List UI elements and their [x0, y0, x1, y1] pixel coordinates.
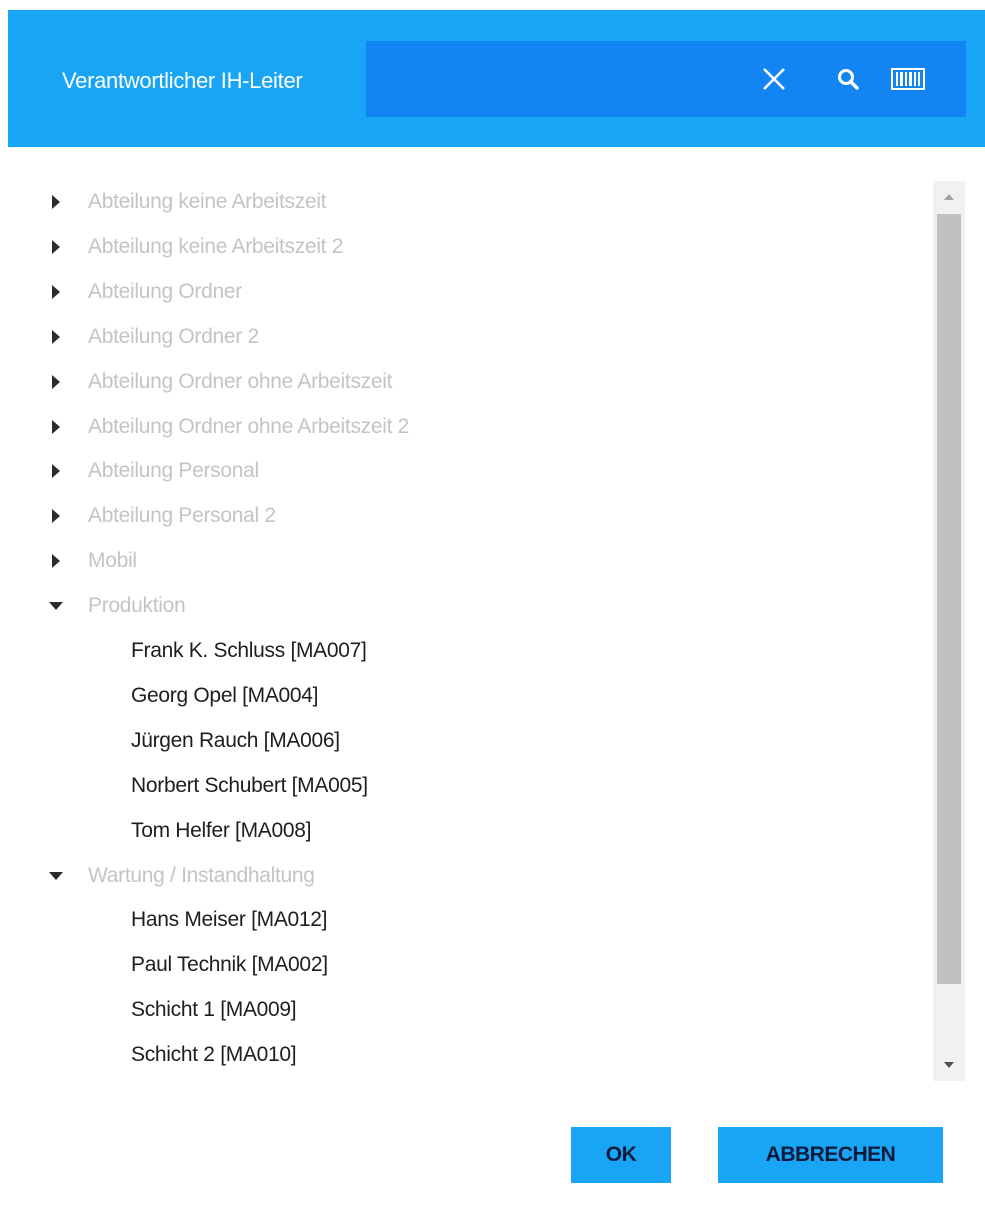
tree-person-label: Schicht 2 [MA010]	[131, 1043, 297, 1067]
tree-group[interactable]: Wartung / Instandhaltung	[0, 854, 920, 898]
search-button[interactable]	[826, 41, 870, 117]
clear-button[interactable]	[752, 41, 796, 117]
caret-right-icon[interactable]	[46, 461, 66, 481]
tree-group[interactable]: Abteilung Ordner ohne Arbeitszeit	[0, 360, 920, 404]
tree-person-label: Schicht 1 [MA009]	[131, 998, 297, 1022]
tree-group-label: Wartung / Instandhaltung	[88, 863, 315, 887]
search-icon	[838, 69, 859, 90]
tree-group-label: Abteilung keine Arbeitszeit 2	[88, 234, 344, 258]
tree-person-item[interactable]: Georg Opel [MA004]	[0, 674, 920, 718]
tree-person-item[interactable]: Tom Helfer [MA008]	[0, 809, 920, 853]
tree-person-item[interactable]: Norbert Schubert [MA005]	[0, 764, 920, 808]
caret-right-icon[interactable]	[46, 551, 66, 571]
tree-scrollbar[interactable]	[933, 181, 965, 1081]
department-tree: Abteilung keine Arbeitszeit Abteilung kei…	[0, 180, 930, 1080]
tree-group[interactable]: Abteilung Ordner 2	[0, 315, 920, 359]
caret-right-icon[interactable]	[46, 282, 66, 302]
caret-right-icon[interactable]	[46, 237, 66, 257]
scroll-thumb[interactable]	[937, 214, 961, 984]
arrow-up-icon	[944, 194, 954, 200]
tree-person-item[interactable]: Frank K. Schluss [MA007]	[0, 629, 920, 673]
ok-button[interactable]: OK	[571, 1127, 671, 1183]
cancel-button[interactable]: ABBRECHEN	[718, 1127, 943, 1183]
scroll-up-button[interactable]	[933, 181, 965, 213]
tree-group[interactable]: Abteilung Personal	[0, 449, 920, 493]
tree-person-label: Paul Technik [MA002]	[131, 953, 328, 977]
dialog-header: Verantwortlicher IH-Leiter	[8, 10, 985, 147]
barcode-icon	[891, 68, 925, 90]
tree-group[interactable]: Abteilung Ordner	[0, 270, 920, 314]
tree-group-label: Abteilung Ordner ohne Arbeitszeit	[88, 369, 393, 393]
tree-group[interactable]: Abteilung Ordner ohne Arbeitszeit 2	[0, 405, 920, 449]
tree-person-item[interactable]: Hans Meiser [MA012]	[0, 898, 920, 942]
barcode-scan-button[interactable]	[886, 41, 930, 117]
arrow-down-icon	[944, 1062, 954, 1068]
tree-person-item[interactable]: Paul Technik [MA002]	[0, 943, 920, 987]
tree-group[interactable]: Produktion	[0, 584, 920, 628]
dialog-title: Verantwortlicher IH-Leiter	[62, 68, 303, 93]
tree-group-label: Abteilung Personal	[88, 459, 259, 483]
scroll-down-button[interactable]	[933, 1049, 965, 1081]
search-input[interactable]	[366, 41, 736, 117]
caret-down-icon[interactable]	[46, 596, 66, 616]
tree-person-item[interactable]: Schicht 1 [MA009]	[0, 988, 920, 1032]
tree-group-label: Abteilung Personal 2	[88, 504, 276, 528]
tree-group-label: Abteilung Ordner 2	[88, 324, 259, 348]
tree-person-label: Tom Helfer [MA008]	[131, 818, 312, 842]
select-person-dialog: Verantwortlicher IH-Leiter Abteilung kei…	[0, 0, 985, 1207]
tree-person-item[interactable]: Jürgen Rauch [MA006]	[0, 719, 920, 763]
tree-group[interactable]: Abteilung keine Arbeitszeit	[0, 180, 920, 224]
caret-right-icon[interactable]	[46, 372, 66, 392]
tree-group-label: Abteilung Ordner ohne Arbeitszeit 2	[88, 414, 410, 438]
tree-person-label: Hans Meiser [MA012]	[131, 908, 328, 932]
tree-person-item[interactable]: Schicht 2 [MA010]	[0, 1033, 920, 1077]
caret-right-icon[interactable]	[46, 192, 66, 212]
tree-group-label: Mobil	[88, 549, 137, 573]
search-box	[366, 41, 966, 117]
close-icon	[763, 68, 785, 90]
tree-person-label: Jürgen Rauch [MA006]	[131, 728, 340, 752]
tree-group[interactable]: Mobil	[0, 539, 920, 583]
caret-right-icon[interactable]	[46, 506, 66, 526]
tree-group[interactable]: Abteilung keine Arbeitszeit 2	[0, 225, 920, 269]
tree-person-label: Georg Opel [MA004]	[131, 683, 319, 707]
tree-group-label: Abteilung keine Arbeitszeit	[88, 190, 327, 213]
caret-down-icon[interactable]	[46, 866, 66, 886]
tree-group-label: Produktion	[88, 594, 186, 618]
tree-group-label: Abteilung Ordner	[88, 279, 242, 303]
tree-person-label: Norbert Schubert [MA005]	[131, 773, 368, 797]
tree-person-label: Frank K. Schluss [MA007]	[131, 639, 367, 662]
caret-right-icon[interactable]	[46, 327, 66, 347]
tree-group[interactable]: Abteilung Personal 2	[0, 494, 920, 538]
caret-right-icon[interactable]	[46, 417, 66, 437]
